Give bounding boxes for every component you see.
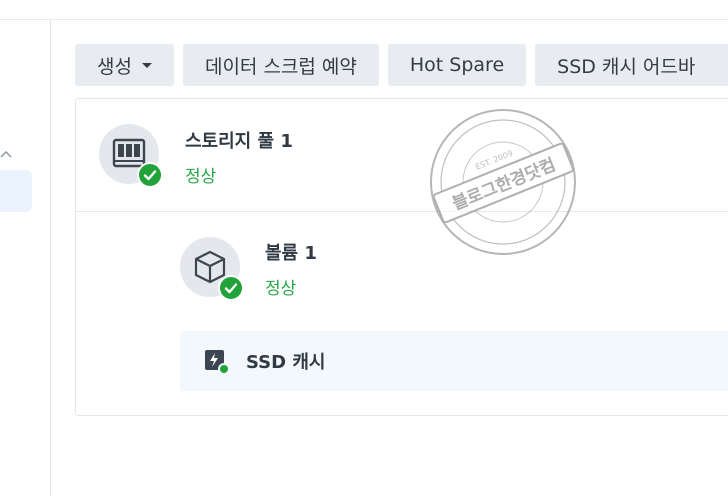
storage-pool-row[interactable]: 스토리지 풀 1 정상 xyxy=(76,99,728,212)
action-toolbar: 생성 데이터 스크럽 예약 Hot Spare SSD 캐시 어드바 xyxy=(75,44,728,86)
data-scrub-schedule-label: 데이터 스크럽 예약 xyxy=(204,55,357,78)
storage-pool-icon-circle xyxy=(99,124,163,188)
caret-down-icon xyxy=(141,62,152,68)
data-scrub-schedule-button[interactable]: 데이터 스크럽 예약 xyxy=(182,44,379,86)
chevron-up-icon[interactable] xyxy=(0,148,12,162)
ssd-cache-icon xyxy=(205,350,230,375)
ssd-cache-row[interactable]: SSD 캐시 xyxy=(180,331,728,391)
checkmark-icon xyxy=(143,170,157,181)
storage-pool-name: 스토리지 풀 1 xyxy=(185,131,293,152)
status-ok-badge xyxy=(137,162,163,188)
top-bar xyxy=(0,0,728,20)
create-button[interactable]: 생성 xyxy=(75,44,174,86)
storage-pool-status: 정상 xyxy=(185,167,217,187)
sidebar xyxy=(0,20,51,496)
storage-panel: 스토리지 풀 1 정상 볼륨 1 정상 SSD 캐시 xyxy=(75,98,728,416)
volume-status: 정상 xyxy=(265,279,297,299)
checkmark-icon xyxy=(224,283,238,294)
ssd-cache-label: SSD 캐시 xyxy=(246,352,326,373)
volume-name: 볼륨 1 xyxy=(265,243,317,264)
ssd-cache-advisor-label: SSD 캐시 어드바 xyxy=(557,55,696,78)
volume-icon-circle xyxy=(180,237,244,301)
ssd-cache-advisor-button[interactable]: SSD 캐시 어드바 xyxy=(535,44,728,86)
create-button-label: 생성 xyxy=(97,55,132,78)
hot-spare-button[interactable]: Hot Spare xyxy=(387,44,527,86)
status-ok-badge xyxy=(218,275,244,301)
watermark-stamp: 블로그한경닷컴 EST. 2009 xyxy=(430,109,576,255)
sidebar-item-selected[interactable] xyxy=(0,170,32,212)
hot-spare-label: Hot Spare xyxy=(409,54,505,76)
